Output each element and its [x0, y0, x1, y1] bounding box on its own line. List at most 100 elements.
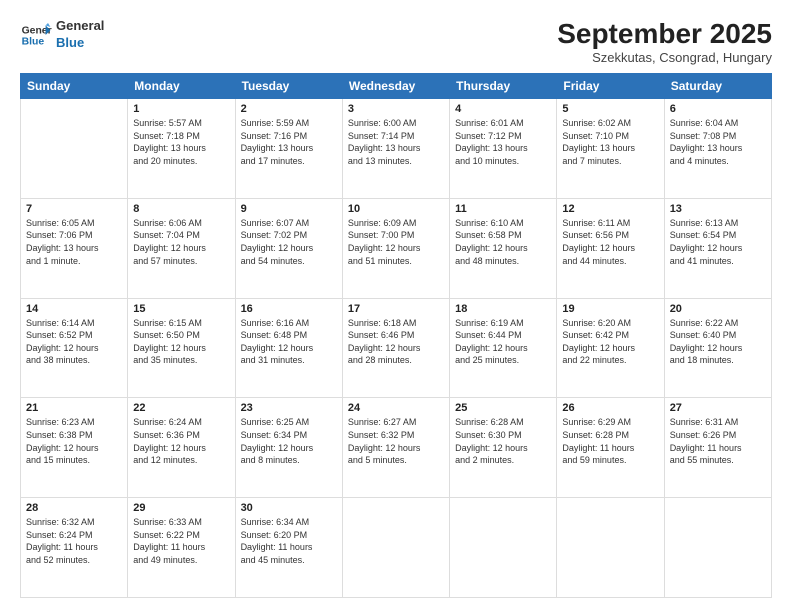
day-number: 17: [348, 303, 444, 315]
day-number: 24: [348, 402, 444, 414]
day-info: Sunrise: 6:29 AM Sunset: 6:28 PM Dayligh…: [562, 416, 658, 466]
calendar-cell: 20 Sunrise: 6:22 AM Sunset: 6:40 PM Dayli…: [664, 298, 771, 398]
calendar-cell: 8 Sunrise: 6:06 AM Sunset: 7:04 PM Daylig…: [128, 198, 235, 298]
day-info: Sunrise: 6:20 AM Sunset: 6:42 PM Dayligh…: [562, 317, 658, 367]
calendar-cell: 23 Sunrise: 6:25 AM Sunset: 6:34 PM Dayli…: [235, 398, 342, 498]
calendar-cell: [664, 498, 771, 598]
calendar-week-row: 7 Sunrise: 6:05 AM Sunset: 7:06 PM Daylig…: [21, 198, 772, 298]
day-info: Sunrise: 6:15 AM Sunset: 6:50 PM Dayligh…: [133, 317, 229, 367]
calendar-cell: 6Sunrise: 6:04 AM Sunset: 7:08 PM Daylig…: [664, 99, 771, 199]
calendar-week-row: 14 Sunrise: 6:14 AM Sunset: 6:52 PM Dayli…: [21, 298, 772, 398]
day-info: Sunrise: 6:06 AM Sunset: 7:04 PM Dayligh…: [133, 217, 229, 267]
calendar-table: SundayMondayTuesdayWednesdayThursdayFrid…: [20, 73, 772, 598]
day-number: 11: [455, 203, 551, 215]
day-info: Sunrise: 6:22 AM Sunset: 6:40 PM Dayligh…: [670, 317, 766, 367]
calendar-week-row: 1Sunrise: 5:57 AM Sunset: 7:18 PM Daylig…: [21, 99, 772, 199]
day-number: 5: [562, 103, 658, 115]
calendar-cell: 17 Sunrise: 6:18 AM Sunset: 6:46 PM Dayli…: [342, 298, 449, 398]
day-info: Sunrise: 6:28 AM Sunset: 6:30 PM Dayligh…: [455, 416, 551, 466]
calendar-cell: 27Sunrise: 6:31 AM Sunset: 6:26 PM Dayli…: [664, 398, 771, 498]
calendar-cell: 7 Sunrise: 6:05 AM Sunset: 7:06 PM Daylig…: [21, 198, 128, 298]
day-number: 23: [241, 402, 337, 414]
calendar-cell: 22Sunrise: 6:24 AM Sunset: 6:36 PM Dayli…: [128, 398, 235, 498]
day-number: 19: [562, 303, 658, 315]
calendar-cell: 2Sunrise: 5:59 AM Sunset: 7:16 PM Daylig…: [235, 99, 342, 199]
day-info: Sunrise: 6:02 AM Sunset: 7:10 PM Dayligh…: [562, 117, 658, 167]
day-info: Sunrise: 5:59 AM Sunset: 7:16 PM Dayligh…: [241, 117, 337, 167]
column-header-wednesday: Wednesday: [342, 74, 449, 99]
column-header-thursday: Thursday: [450, 74, 557, 99]
day-info: Sunrise: 6:33 AM Sunset: 6:22 PM Dayligh…: [133, 516, 229, 566]
day-number: 6: [670, 103, 766, 115]
day-number: 20: [670, 303, 766, 315]
calendar-cell: 4Sunrise: 6:01 AM Sunset: 7:12 PM Daylig…: [450, 99, 557, 199]
day-info: Sunrise: 6:25 AM Sunset: 6:34 PM Dayligh…: [241, 416, 337, 466]
day-number: 4: [455, 103, 551, 115]
day-number: 25: [455, 402, 551, 414]
svg-text:Blue: Blue: [22, 36, 45, 47]
day-info: Sunrise: 6:31 AM Sunset: 6:26 PM Dayligh…: [670, 416, 766, 466]
calendar-cell: 3 Sunrise: 6:00 AM Sunset: 7:14 PM Daylig…: [342, 99, 449, 199]
logo: General Blue General Blue: [20, 18, 104, 52]
day-info: Sunrise: 6:13 AM Sunset: 6:54 PM Dayligh…: [670, 217, 766, 267]
calendar-cell: 10 Sunrise: 6:09 AM Sunset: 7:00 PM Dayli…: [342, 198, 449, 298]
calendar-week-row: 21Sunrise: 6:23 AM Sunset: 6:38 PM Dayli…: [21, 398, 772, 498]
calendar-cell: [557, 498, 664, 598]
day-number: 13: [670, 203, 766, 215]
calendar-cell: 30 Sunrise: 6:34 AM Sunset: 6:20 PM Dayli…: [235, 498, 342, 598]
day-number: 16: [241, 303, 337, 315]
logo-icon: General Blue: [20, 19, 52, 51]
column-header-sunday: Sunday: [21, 74, 128, 99]
day-number: 9: [241, 203, 337, 215]
calendar-cell: 18Sunrise: 6:19 AM Sunset: 6:44 PM Dayli…: [450, 298, 557, 398]
calendar-cell: 9 Sunrise: 6:07 AM Sunset: 7:02 PM Daylig…: [235, 198, 342, 298]
calendar-cell: [342, 498, 449, 598]
day-number: 26: [562, 402, 658, 414]
day-info: Sunrise: 6:05 AM Sunset: 7:06 PM Dayligh…: [26, 217, 122, 267]
day-number: 30: [241, 502, 337, 514]
calendar-cell: 15 Sunrise: 6:15 AM Sunset: 6:50 PM Dayli…: [128, 298, 235, 398]
calendar-cell: 26 Sunrise: 6:29 AM Sunset: 6:28 PM Dayli…: [557, 398, 664, 498]
day-info: Sunrise: 6:27 AM Sunset: 6:32 PM Dayligh…: [348, 416, 444, 466]
calendar-cell: 16 Sunrise: 6:16 AM Sunset: 6:48 PM Dayli…: [235, 298, 342, 398]
day-number: 8: [133, 203, 229, 215]
day-info: Sunrise: 6:16 AM Sunset: 6:48 PM Dayligh…: [241, 317, 337, 367]
calendar-cell: 13 Sunrise: 6:13 AM Sunset: 6:54 PM Dayli…: [664, 198, 771, 298]
day-number: 3: [348, 103, 444, 115]
day-info: Sunrise: 6:11 AM Sunset: 6:56 PM Dayligh…: [562, 217, 658, 267]
calendar-cell: 24 Sunrise: 6:27 AM Sunset: 6:32 PM Dayli…: [342, 398, 449, 498]
calendar-cell: 28Sunrise: 6:32 AM Sunset: 6:24 PM Dayli…: [21, 498, 128, 598]
calendar-cell: 19 Sunrise: 6:20 AM Sunset: 6:42 PM Dayli…: [557, 298, 664, 398]
calendar-cell: 1Sunrise: 5:57 AM Sunset: 7:18 PM Daylig…: [128, 99, 235, 199]
column-header-tuesday: Tuesday: [235, 74, 342, 99]
location-subtitle: Szekkutas, Csongrad, Hungary: [557, 50, 772, 65]
day-info: Sunrise: 5:57 AM Sunset: 7:18 PM Dayligh…: [133, 117, 229, 167]
day-info: Sunrise: 6:07 AM Sunset: 7:02 PM Dayligh…: [241, 217, 337, 267]
day-info: Sunrise: 6:19 AM Sunset: 6:44 PM Dayligh…: [455, 317, 551, 367]
day-info: Sunrise: 6:32 AM Sunset: 6:24 PM Dayligh…: [26, 516, 122, 566]
day-info: Sunrise: 6:18 AM Sunset: 6:46 PM Dayligh…: [348, 317, 444, 367]
day-info: Sunrise: 6:00 AM Sunset: 7:14 PM Dayligh…: [348, 117, 444, 167]
day-number: 14: [26, 303, 122, 315]
day-info: Sunrise: 6:09 AM Sunset: 7:00 PM Dayligh…: [348, 217, 444, 267]
day-number: 7: [26, 203, 122, 215]
calendar-cell: 12 Sunrise: 6:11 AM Sunset: 6:56 PM Dayli…: [557, 198, 664, 298]
column-header-monday: Monday: [128, 74, 235, 99]
day-number: 10: [348, 203, 444, 215]
calendar-cell: 25 Sunrise: 6:28 AM Sunset: 6:30 PM Dayli…: [450, 398, 557, 498]
calendar-cell: 29 Sunrise: 6:33 AM Sunset: 6:22 PM Dayli…: [128, 498, 235, 598]
day-number: 22: [133, 402, 229, 414]
logo-text: General: [56, 18, 104, 35]
calendar-cell: 14 Sunrise: 6:14 AM Sunset: 6:52 PM Dayli…: [21, 298, 128, 398]
day-info: Sunrise: 6:23 AM Sunset: 6:38 PM Dayligh…: [26, 416, 122, 466]
calendar-cell: 11 Sunrise: 6:10 AM Sunset: 6:58 PM Dayli…: [450, 198, 557, 298]
calendar-week-row: 28Sunrise: 6:32 AM Sunset: 6:24 PM Dayli…: [21, 498, 772, 598]
day-number: 12: [562, 203, 658, 215]
day-number: 29: [133, 502, 229, 514]
day-info: Sunrise: 6:34 AM Sunset: 6:20 PM Dayligh…: [241, 516, 337, 566]
day-info: Sunrise: 6:14 AM Sunset: 6:52 PM Dayligh…: [26, 317, 122, 367]
calendar-cell: 5 Sunrise: 6:02 AM Sunset: 7:10 PM Daylig…: [557, 99, 664, 199]
day-info: Sunrise: 6:10 AM Sunset: 6:58 PM Dayligh…: [455, 217, 551, 267]
day-number: 15: [133, 303, 229, 315]
month-title: September 2025: [557, 18, 772, 50]
